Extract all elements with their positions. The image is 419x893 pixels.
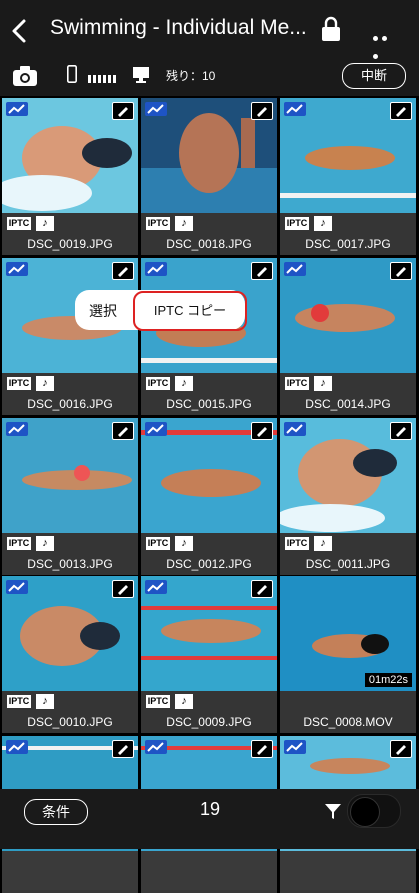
edit-icon: [112, 422, 134, 440]
thumbnail-item[interactable]: IPTC ♪ DSC_0018.JPG: [141, 98, 277, 255]
edit-icon: [251, 262, 273, 280]
music-note-icon: ♪: [314, 536, 332, 551]
camera-icon: [13, 66, 37, 86]
edit-icon: [390, 262, 412, 280]
iptc-icon: IPTC: [146, 217, 170, 230]
iptc-copy-menu-item[interactable]: IPTC コピー: [133, 291, 247, 331]
edit-icon: [251, 422, 273, 440]
edit-icon: [251, 580, 273, 598]
transfer-icon: [284, 102, 306, 116]
thumbnail-item[interactable]: IPTC ♪ DSC_0017.JPG: [280, 98, 416, 255]
edit-icon: [390, 102, 412, 120]
music-note-icon: ♪: [175, 536, 193, 551]
filename-label: DSC_0008.MOV: [303, 715, 393, 729]
thumbnail-item[interactable]: IPTC ♪ DSC_0015.JPG: [141, 258, 277, 415]
iptc-icon: IPTC: [146, 377, 170, 390]
filename-label: DSC_0011.JPG: [305, 557, 391, 571]
more-dots-icon[interactable]: [373, 28, 399, 59]
header-bar: Swimming - Individual Me...: [0, 0, 419, 60]
filter-toggle[interactable]: [347, 794, 401, 828]
music-note-icon: ♪: [175, 694, 193, 709]
transfer-progress-icon: [88, 70, 118, 88]
music-note-icon: ♪: [36, 694, 54, 709]
remaining-count: 残り：10: [166, 69, 216, 83]
footer-bar: 条件 19: [0, 789, 419, 849]
music-note-icon: ♪: [314, 216, 332, 231]
item-count: 19: [199, 799, 221, 819]
transfer-icon: [284, 262, 306, 276]
filename-label: DSC_0014.JPG: [305, 397, 391, 411]
iptc-icon: IPTC: [7, 537, 31, 550]
iptc-icon: IPTC: [285, 217, 309, 230]
status-bar: 残り：10 中断: [0, 60, 419, 96]
iptc-icon: IPTC: [285, 377, 309, 390]
monitor-icon: [133, 67, 149, 83]
page-title: Swimming - Individual Me...: [50, 16, 305, 39]
transfer-icon: [6, 422, 28, 436]
toggle-knob: [350, 797, 380, 827]
iptc-icon: IPTC: [7, 217, 31, 230]
iptc-icon: IPTC: [7, 695, 31, 708]
transfer-icon: [6, 262, 28, 276]
filename-label: DSC_0017.JPG: [305, 237, 391, 251]
thumbnail-item[interactable]: IPTC ♪ DSC_0009.JPG: [141, 576, 277, 733]
smartphone-icon: [67, 65, 77, 83]
transfer-icon: [145, 580, 167, 594]
filename-label: DSC_0016.JPG: [27, 397, 113, 411]
iptc-icon: IPTC: [146, 695, 170, 708]
edit-icon: [390, 740, 412, 758]
filename-label: DSC_0013.JPG: [27, 557, 113, 571]
transfer-icon: [284, 740, 306, 754]
transfer-icon: [6, 580, 28, 594]
transfer-icon: [284, 422, 306, 436]
transfer-icon: [145, 740, 167, 754]
edit-icon: [251, 102, 273, 120]
filename-label: DSC_0009.JPG: [166, 715, 252, 729]
iptc-icon: IPTC: [146, 537, 170, 550]
chevron-left-icon[interactable]: [8, 17, 32, 45]
thumbnail-item[interactable]: IPTC ♪ DSC_0010.JPG: [2, 576, 138, 733]
context-menu: 選択 IPTC コピー: [75, 290, 247, 331]
thumbnail-item[interactable]: IPTC ♪ DSC_0011.JPG: [280, 418, 416, 575]
music-note-icon: ♪: [36, 376, 54, 391]
edit-icon: [112, 740, 134, 758]
thumbnail-item[interactable]: IPTC ♪ DSC_0014.JPG: [280, 258, 416, 415]
filename-label: DSC_0010.JPG: [27, 715, 113, 729]
edit-icon: [251, 740, 273, 758]
transfer-icon: [6, 102, 28, 116]
transfer-icon: [145, 102, 167, 116]
music-note-icon: ♪: [36, 216, 54, 231]
iptc-icon: IPTC: [285, 537, 309, 550]
filename-label: DSC_0012.JPG: [166, 557, 252, 571]
music-note-icon: ♪: [175, 216, 193, 231]
conditions-button[interactable]: 条件: [24, 799, 88, 825]
filename-label: DSC_0015.JPG: [166, 397, 252, 411]
music-note-icon: ♪: [175, 376, 193, 391]
lock-icon[interactable]: [320, 16, 342, 42]
filename-label: DSC_0018.JPG: [166, 237, 252, 251]
thumbnail-item[interactable]: IPTC ♪ DSC_0013.JPG: [2, 418, 138, 575]
select-menu-item[interactable]: 選択: [89, 301, 117, 321]
thumbnail-item[interactable]: 01m22s DSC_0008.MOV: [280, 576, 416, 733]
filter-icon[interactable]: [323, 801, 343, 821]
iptc-icon: IPTC: [7, 377, 31, 390]
music-note-icon: ♪: [314, 376, 332, 391]
interrupt-button[interactable]: 中断: [342, 63, 406, 89]
edit-icon: [112, 580, 134, 598]
edit-icon: [112, 102, 134, 120]
transfer-icon: [145, 262, 167, 276]
transfer-icon: [6, 740, 28, 754]
edit-icon: [390, 422, 412, 440]
edit-icon: [112, 262, 134, 280]
transfer-icon: [145, 422, 167, 436]
thumbnail-item[interactable]: IPTC ♪ DSC_0012.JPG: [141, 418, 277, 575]
thumbnail-item[interactable]: IPTC ♪ DSC_0019.JPG: [2, 98, 138, 255]
thumbnail-item[interactable]: IPTC ♪ DSC_0016.JPG: [2, 258, 138, 415]
video-duration: 01m22s: [364, 673, 412, 687]
filename-label: DSC_0019.JPG: [27, 237, 113, 251]
music-note-icon: ♪: [36, 536, 54, 551]
